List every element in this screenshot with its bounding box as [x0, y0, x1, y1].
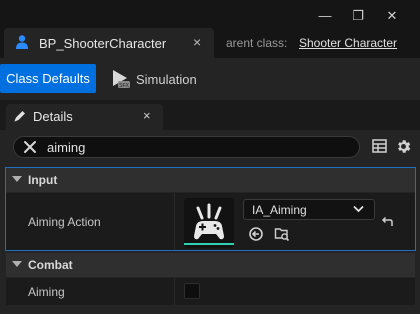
category-label: Combat: [28, 258, 73, 272]
maximize-button[interactable]: ❐: [350, 8, 366, 24]
tab-details[interactable]: Details ×: [6, 104, 163, 130]
tab-label: BP_ShooterCharacter: [39, 36, 167, 51]
tab-close-button[interactable]: ×: [193, 34, 201, 50]
clear-search-icon[interactable]: [22, 139, 38, 155]
toolbar: Class Defaults SFX Simulation: [0, 58, 420, 100]
category-combat[interactable]: Combat: [6, 253, 415, 277]
details-tab-label: Details: [33, 109, 73, 124]
pencil-icon: [14, 111, 25, 122]
svg-text:SFX: SFX: [119, 83, 129, 89]
minimize-button[interactable]: —: [317, 8, 333, 24]
input-action-combo[interactable]: IA_Aiming: [243, 199, 375, 220]
browse-asset-icon[interactable]: [274, 226, 290, 242]
simulation-play-icon[interactable]: SFX: [110, 68, 132, 90]
title-bar: — ❐ ✕ BP_ShooterCharacter × arent class:…: [0, 0, 420, 60]
blueprint-person-icon: [16, 35, 28, 49]
reset-to-default-icon[interactable]: [380, 216, 394, 230]
class-defaults-button[interactable]: Class Defaults: [0, 64, 96, 93]
details-tab-close-button[interactable]: ×: [143, 108, 151, 123]
expand-arrow-icon[interactable]: [12, 261, 22, 267]
parent-class-link[interactable]: Shooter Character: [299, 36, 397, 50]
close-window-button[interactable]: ✕: [384, 8, 400, 24]
input-action-gamepad-icon: [194, 203, 224, 240]
parent-class-label: arent class:: [226, 36, 288, 50]
details-search-input[interactable]: aiming: [13, 136, 360, 158]
use-selected-asset-icon[interactable]: [248, 226, 264, 242]
asset-type-underline: [184, 243, 234, 245]
search-text: aiming: [47, 140, 86, 155]
asset-thumbnail[interactable]: [184, 198, 234, 248]
tab-bp-shooter-character[interactable]: BP_ShooterCharacter ×: [4, 28, 214, 58]
simulation-button-label[interactable]: Simulation: [136, 72, 197, 87]
table-view-icon[interactable]: [372, 139, 387, 153]
property-row-aiming: Aiming: [6, 278, 415, 305]
property-name: Aiming: [28, 285, 65, 299]
column-divider: [174, 278, 175, 305]
chevron-down-icon[interactable]: [353, 205, 364, 213]
combo-value: IA_Aiming: [252, 203, 307, 217]
gear-icon[interactable]: [395, 138, 412, 155]
aiming-checkbox[interactable]: [184, 283, 200, 299]
